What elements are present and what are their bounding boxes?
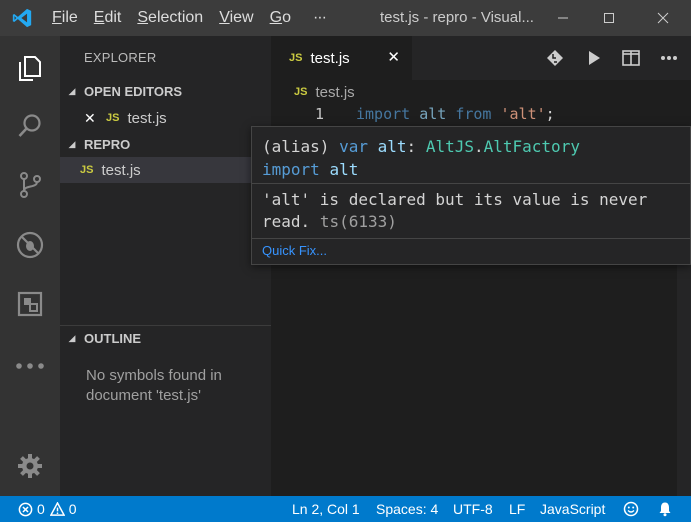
repro-file-name: test.js xyxy=(101,161,141,179)
search-icon[interactable] xyxy=(0,98,60,154)
hover-divider xyxy=(252,238,690,239)
problems-indicator[interactable]: 0 0 xyxy=(18,496,77,522)
code-identifier: alt xyxy=(419,105,447,123)
menu-edit[interactable]: Edit xyxy=(86,9,130,27)
chevron-down-icon: ◢ xyxy=(68,333,76,343)
minimize-button[interactable] xyxy=(540,0,586,36)
notifications-bell-icon[interactable] xyxy=(657,496,673,522)
status-bar: 0 0 Ln 2, Col 1 Spaces: 4 UTF-8 LF JavaS… xyxy=(0,496,691,522)
open-editors-header[interactable]: ◢ OPEN EDITORS xyxy=(60,78,271,104)
window-title: test.js - repro - Visual... xyxy=(380,9,534,26)
hover-divider xyxy=(252,183,690,184)
feedback-smiley-icon[interactable] xyxy=(623,496,639,522)
explorer-title: EXPLORER xyxy=(84,50,157,65)
hover-diagnostic-message: 'alt' is declared but its value is never… xyxy=(262,190,648,231)
more-icon[interactable] xyxy=(0,338,60,394)
outline-empty-message: No symbols found in document 'test.js' xyxy=(86,367,222,404)
indentation[interactable]: Spaces: 4 xyxy=(376,496,438,522)
repro-file-item[interactable]: JS test.js xyxy=(60,157,271,183)
language-mode[interactable]: JavaScript xyxy=(540,496,605,522)
hover-tooltip: (alias) var alt: AltJS.AltFactory import… xyxy=(251,126,691,265)
menu-file[interactable]: File xyxy=(44,9,86,27)
end-of-line[interactable]: LF xyxy=(509,496,525,522)
vscode-logo-icon xyxy=(0,0,44,36)
close-window-button[interactable] xyxy=(640,0,686,36)
explorer-icon[interactable] xyxy=(0,40,60,96)
hover-signature: (alias) var alt: AltJS.AltFactory import… xyxy=(262,137,580,179)
js-file-icon: JS xyxy=(80,164,94,176)
js-file-icon: JS xyxy=(106,112,120,124)
breadcrumb-file[interactable]: test.js xyxy=(315,84,354,101)
compare-changes-icon[interactable] xyxy=(541,44,569,72)
activity-bar xyxy=(0,36,60,496)
menu-more[interactable]: ··· xyxy=(299,9,334,27)
code-string: 'alt' xyxy=(500,105,546,123)
source-control-icon[interactable] xyxy=(0,157,60,213)
encoding[interactable]: UTF-8 xyxy=(453,496,493,522)
breadcrumb[interactable]: JS test.js xyxy=(294,82,355,102)
explorer-sidebar: EXPLORER ◢ OPEN EDITORS ✕ JS test.js ◢ R… xyxy=(60,36,271,496)
js-file-icon: JS xyxy=(289,52,303,64)
more-actions-icon[interactable] xyxy=(655,44,683,72)
code-punctuation: ; xyxy=(545,105,555,123)
diagnostic-code: ts(6133) xyxy=(319,212,397,231)
open-editor-item[interactable]: ✕ JS test.js xyxy=(60,105,271,131)
code-keyword: import xyxy=(356,105,411,123)
cursor-position[interactable]: Ln 2, Col 1 xyxy=(292,496,360,522)
line-number: 1 xyxy=(315,105,325,123)
menu-view[interactable]: View xyxy=(211,9,261,27)
code-line-1[interactable]: import alt from 'alt'; xyxy=(356,105,555,123)
extensions-icon[interactable] xyxy=(0,276,60,332)
outline-header[interactable]: ◢ OUTLINE xyxy=(60,325,271,351)
chevron-down-icon: ◢ xyxy=(68,138,76,149)
debug-icon[interactable] xyxy=(0,217,60,273)
maximize-button[interactable] xyxy=(586,0,632,36)
menu-bar: File Edit Selection View Go ··· xyxy=(44,0,334,36)
tab-test-js[interactable]: JS test.js ✕ xyxy=(271,36,412,80)
warning-icon xyxy=(49,502,65,516)
tab-label: test.js xyxy=(310,49,350,67)
code-keyword: from xyxy=(455,105,492,123)
menu-selection[interactable]: Selection xyxy=(129,9,211,27)
quick-fix-link[interactable]: Quick Fix... xyxy=(262,243,327,258)
close-icon[interactable]: ✕ xyxy=(387,48,400,66)
chevron-down-icon: ◢ xyxy=(68,85,76,96)
run-icon[interactable] xyxy=(580,44,608,72)
split-editor-icon[interactable] xyxy=(617,44,645,72)
open-editor-file-name: test.js xyxy=(127,109,167,127)
editor-tabs-bar: JS test.js ✕ xyxy=(271,36,691,80)
js-file-icon: JS xyxy=(294,86,308,98)
title-bar: File Edit Selection View Go ··· test.js … xyxy=(0,0,691,36)
menu-go[interactable]: Go xyxy=(262,9,299,27)
repro-folder-header[interactable]: ◢ REPRO xyxy=(60,131,271,157)
error-icon xyxy=(18,502,33,516)
close-icon[interactable]: ✕ xyxy=(84,110,106,127)
settings-gear-icon[interactable] xyxy=(0,438,60,494)
